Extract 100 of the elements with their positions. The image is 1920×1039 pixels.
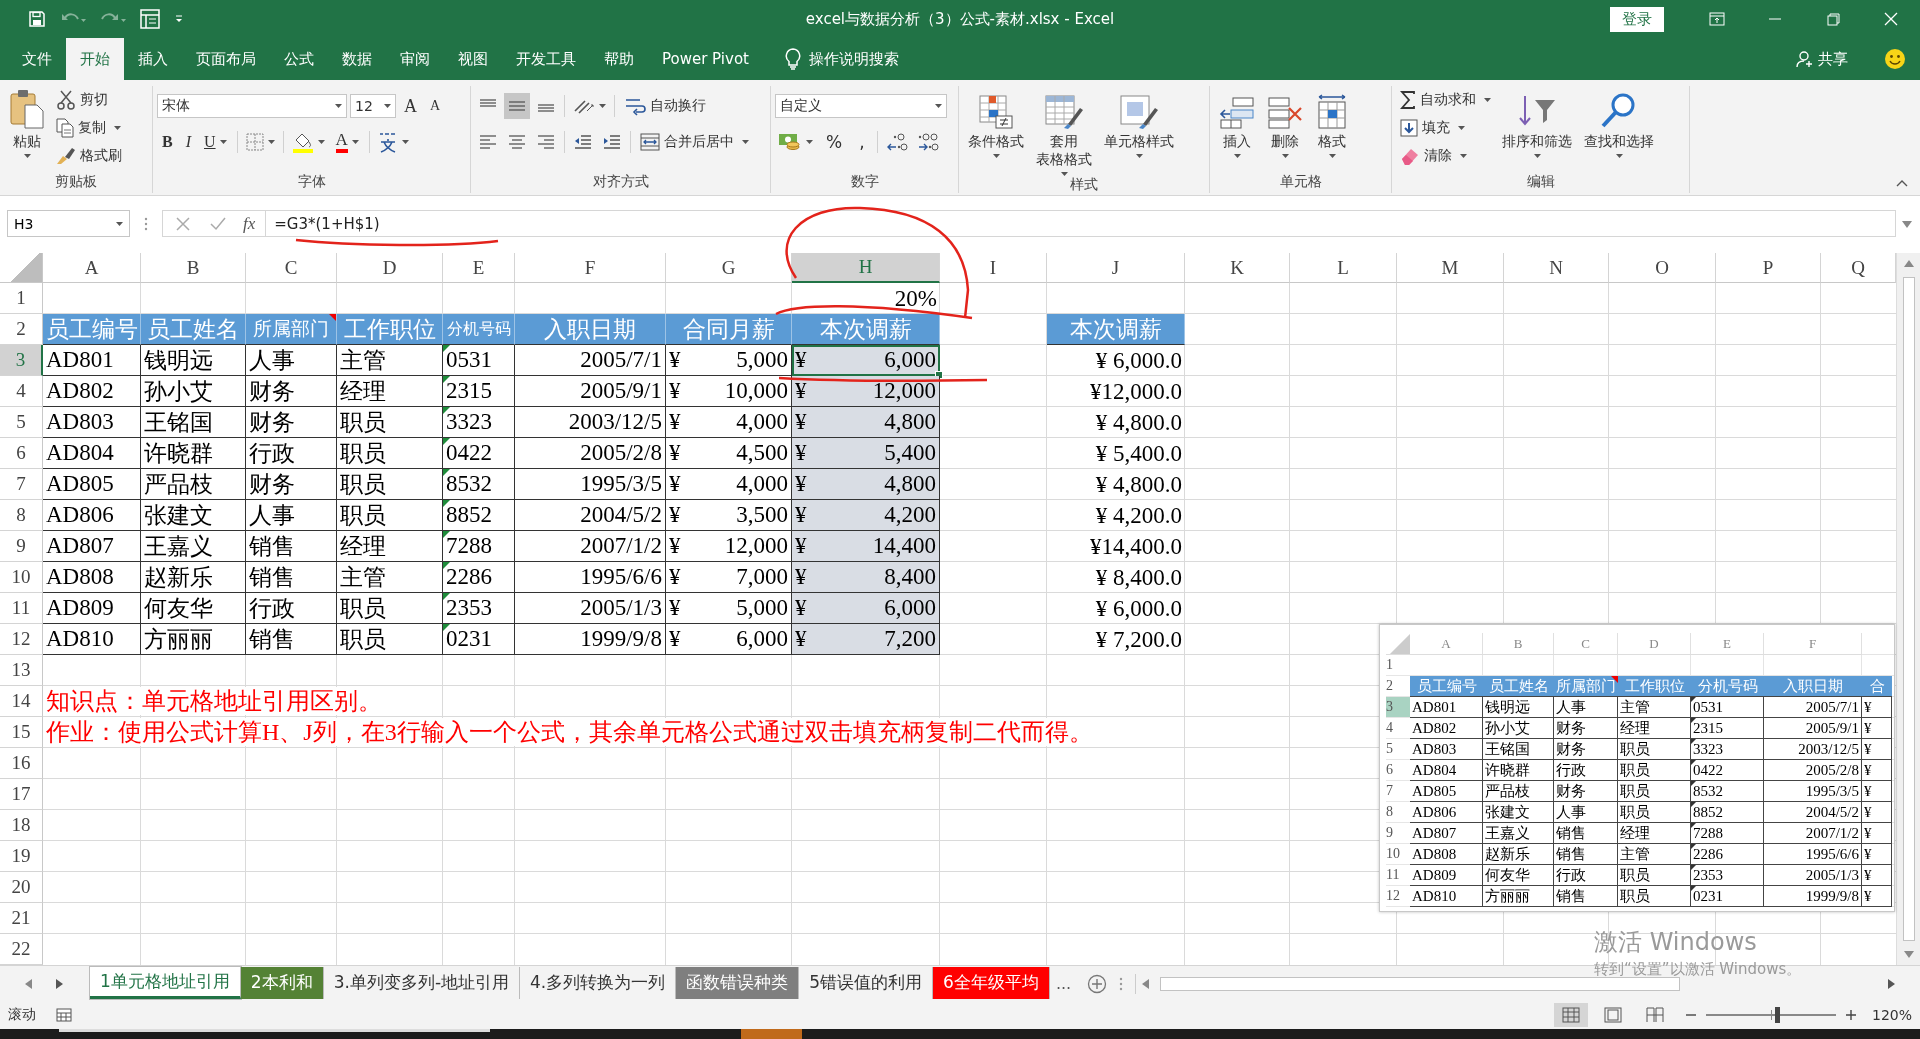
row-header[interactable]: 12 xyxy=(0,624,43,655)
row-header[interactable]: 6 xyxy=(0,438,43,469)
column-header[interactable]: K xyxy=(1185,253,1290,283)
new-sheet-icon[interactable] xyxy=(1087,973,1108,994)
column-header[interactable]: G xyxy=(666,253,792,283)
sheet-tab[interactable]: 2本利和 xyxy=(240,966,324,999)
ribbon-tab[interactable]: 视图 xyxy=(444,38,502,80)
autosum-button[interactable]: 自动求和 xyxy=(1396,86,1495,114)
formula-field[interactable]: =G3*(1+H$1) xyxy=(265,210,1896,237)
comma-button[interactable]: , xyxy=(852,129,872,155)
row-header[interactable]: 10 xyxy=(0,562,43,593)
conditional-format-button[interactable]: 条件格式 xyxy=(963,86,1029,158)
row-header[interactable]: 9 xyxy=(0,531,43,562)
table-format-button[interactable]: 套用 表格格式 xyxy=(1031,86,1097,176)
ribbon-tab[interactable]: 文件 xyxy=(8,38,66,80)
macro-record-icon[interactable] xyxy=(56,1008,72,1022)
delete-button[interactable]: 删除 xyxy=(1262,86,1308,158)
column-header[interactable]: J xyxy=(1047,253,1185,283)
ribbon-tab[interactable]: 插入 xyxy=(124,38,182,80)
insert-button[interactable]: 插入 xyxy=(1214,86,1260,158)
shrink-font-button[interactable]: A xyxy=(425,93,446,119)
expand-icon[interactable] xyxy=(1902,219,1912,228)
column-header[interactable]: B xyxy=(141,253,246,283)
ribbon-tab[interactable]: 开始 xyxy=(66,38,124,80)
clear-button[interactable]: 清除 xyxy=(1396,142,1495,170)
row-header[interactable]: 8 xyxy=(0,500,43,531)
column-header[interactable]: E xyxy=(443,253,515,283)
wrap-text-button[interactable]: 自动换行 xyxy=(620,92,710,120)
zoom-thumb[interactable] xyxy=(1775,1007,1781,1023)
column-header[interactable]: M xyxy=(1397,253,1504,283)
row-header[interactable]: 19 xyxy=(0,841,43,872)
insert-function-button[interactable]: fx xyxy=(243,213,256,234)
paste-button[interactable]: 粘贴 xyxy=(4,86,50,158)
font-name-field[interactable]: 宋体 xyxy=(157,94,347,118)
copy-button[interactable]: 复制 xyxy=(52,114,126,142)
normal-view-icon[interactable] xyxy=(1553,1003,1588,1027)
zoom-level[interactable]: 120% xyxy=(1871,1007,1912,1023)
cell-styles-button[interactable]: 单元格样式 xyxy=(1099,86,1179,158)
scroll-right-icon[interactable] xyxy=(1887,976,1895,991)
row-header[interactable]: 14 xyxy=(0,686,43,717)
row-header[interactable]: 4 xyxy=(0,376,43,407)
ribbon-tab[interactable]: 开发工具 xyxy=(502,38,590,80)
row-header[interactable]: 21 xyxy=(0,903,43,934)
ribbon-tab[interactable]: 数据 xyxy=(328,38,386,80)
sheet-tab[interactable]: 1单元格地址引用 xyxy=(90,966,241,999)
row-header[interactable]: 3 xyxy=(0,345,43,376)
select-all-corner[interactable] xyxy=(0,253,43,283)
fill-button[interactable]: 填充 xyxy=(1396,114,1495,142)
row-header[interactable]: 15 xyxy=(0,717,43,748)
column-header[interactable]: N xyxy=(1504,253,1609,283)
scroll-left-icon[interactable] xyxy=(1142,976,1151,991)
row-header[interactable]: 18 xyxy=(0,810,43,841)
more-sheets-button[interactable]: ... xyxy=(1049,974,1078,993)
row-header[interactable]: 13 xyxy=(0,655,43,686)
format-button[interactable]: 格式 xyxy=(1310,86,1354,158)
number-format-field[interactable]: 自定义 xyxy=(775,94,947,118)
column-header[interactable]: H xyxy=(792,253,940,283)
underline-button[interactable]: U xyxy=(199,129,232,155)
column-header[interactable]: C xyxy=(246,253,337,283)
ribbon-tab[interactable]: 公式 xyxy=(270,38,328,80)
column-header[interactable]: I xyxy=(940,253,1047,283)
italic-button[interactable]: I xyxy=(180,129,196,155)
column-header[interactable]: D xyxy=(337,253,443,283)
row-header[interactable]: 20 xyxy=(0,872,43,903)
sort-filter-button[interactable]: 排序和筛选 xyxy=(1497,86,1577,158)
column-header[interactable]: P xyxy=(1716,253,1821,283)
sign-in-button[interactable]: 登录 xyxy=(1610,6,1664,32)
percent-button[interactable]: % xyxy=(819,129,850,155)
column-header[interactable]: L xyxy=(1290,253,1397,283)
row-header[interactable]: 2 xyxy=(0,314,43,345)
column-header[interactable]: Q xyxy=(1821,253,1896,283)
column-header[interactable]: F xyxy=(515,253,666,283)
row-header[interactable]: 11 xyxy=(0,593,43,624)
column-header[interactable]: O xyxy=(1609,253,1716,283)
scroll-thumb[interactable] xyxy=(1902,277,1915,941)
row-header[interactable]: 5 xyxy=(0,407,43,438)
splitter-icon[interactable] xyxy=(1119,976,1124,991)
sheet-tab[interactable]: 函数错误种类 xyxy=(676,966,800,999)
font-size-field[interactable]: 12 xyxy=(350,94,396,118)
row-header[interactable]: 1 xyxy=(0,283,43,314)
ribbon-tab[interactable]: 页面布局 xyxy=(182,38,270,80)
merge-center-button[interactable]: 合并后居中 xyxy=(636,128,753,156)
row-header[interactable]: 22 xyxy=(0,934,43,965)
share-button[interactable]: 共享 xyxy=(1796,38,1848,80)
row-header[interactable]: 17 xyxy=(0,779,43,810)
sheet-tab[interactable]: 3.单列变多列-地址引用 xyxy=(323,966,520,999)
row-header[interactable]: 7 xyxy=(0,469,43,500)
scroll-thumb[interactable] xyxy=(1160,976,1681,991)
tell-me-search[interactable]: 操作说明搜索 xyxy=(800,38,907,80)
cut-button[interactable]: 剪切 xyxy=(52,86,126,114)
ribbon-tab[interactable]: 帮助 xyxy=(590,38,648,80)
ribbon-tab[interactable]: 审阅 xyxy=(386,38,444,80)
align-icon[interactable] xyxy=(504,93,530,119)
grow-font-button[interactable]: A xyxy=(399,93,422,119)
name-box[interactable]: H3 xyxy=(7,210,130,237)
sheet-tab[interactable]: 6全年级平均 xyxy=(933,966,1050,999)
collapse-ribbon-icon[interactable] xyxy=(1896,179,1908,187)
font-color-button[interactable]: A xyxy=(330,129,364,155)
format-painter-button[interactable]: 格式刷 xyxy=(52,142,126,170)
row-header[interactable]: 16 xyxy=(0,748,43,779)
